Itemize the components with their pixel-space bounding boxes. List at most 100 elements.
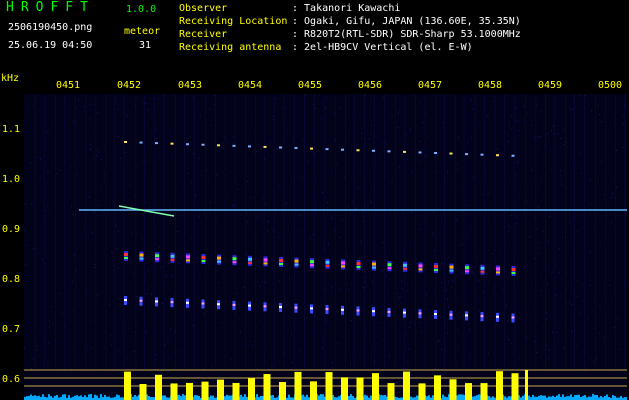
noise-speck: [537, 242, 539, 244]
info-antenna: Receiving antenna: 2el-HB9CV Vertical (e…: [179, 42, 473, 53]
level-bar: [434, 375, 441, 400]
noise-speck: [571, 330, 573, 332]
noise-speck: [518, 318, 520, 320]
noise-speck: [515, 107, 517, 109]
noise-speck: [612, 192, 613, 194]
noise-speck: [149, 207, 151, 208]
noise-bar: [432, 395, 434, 400]
echo-core: [325, 264, 330, 267]
noise-speck: [469, 328, 470, 330]
time-label: 0459: [538, 80, 563, 91]
noise-bar: [228, 395, 230, 400]
level-bar: [248, 378, 255, 400]
noise-speck: [602, 101, 604, 102]
level-bar: [511, 373, 519, 400]
noise-speck: [555, 263, 557, 265]
noise-speck: [538, 146, 540, 148]
noise-bar: [592, 394, 594, 400]
noise-speck: [59, 169, 61, 171]
noise-bar: [426, 396, 428, 400]
noise-speck: [186, 204, 188, 206]
noise-speck: [558, 248, 560, 250]
noise-speck: [320, 319, 322, 321]
noise-speck: [343, 121, 345, 123]
noise-speck: [334, 139, 336, 141]
noise-speck: [552, 332, 554, 333]
echo-mark: [511, 154, 515, 157]
echo-core: [449, 313, 453, 316]
noise-speck: [420, 229, 422, 231]
noise-speck: [307, 161, 309, 163]
noise-speck: [460, 244, 462, 246]
noise-speck: [530, 191, 532, 193]
noise-speck: [84, 225, 86, 227]
noise-speck: [467, 140, 468, 142]
noise-speck: [207, 282, 209, 284]
noise-speck: [418, 141, 420, 142]
noise-speck: [509, 180, 511, 182]
noise-speck: [371, 202, 373, 204]
noise-speck: [423, 298, 425, 300]
noise-speck: [101, 159, 102, 161]
noise-bar: [348, 395, 350, 400]
noise-speck: [32, 105, 34, 107]
noise-speck: [560, 169, 562, 171]
noise-speck: [32, 358, 34, 360]
noise-speck: [284, 260, 286, 262]
noise-speck: [268, 221, 270, 223]
noise-speck: [410, 321, 412, 323]
noise-speck: [120, 254, 122, 256]
noise-speck: [199, 276, 201, 278]
noise-speck: [246, 213, 248, 215]
echo-mark: [387, 150, 391, 153]
noise-speck: [440, 316, 442, 318]
noise-speck: [372, 345, 374, 347]
noise-speck: [309, 239, 311, 240]
noise-speck: [516, 222, 517, 224]
noise-speck: [31, 203, 33, 205]
noise-speck: [200, 174, 202, 176]
noise-speck: [593, 361, 595, 363]
echo-mark: [496, 154, 499, 157]
noise-speck: [530, 235, 532, 237]
noise-speck: [41, 258, 43, 260]
noise-speck: [346, 255, 348, 257]
noise-speck: [299, 350, 301, 351]
noise-speck: [581, 308, 583, 310]
noise-speck: [110, 335, 112, 337]
noise-bar: [184, 395, 186, 400]
noise-speck: [518, 358, 520, 360]
noise-speck: [487, 114, 489, 116]
noise-speck: [556, 101, 558, 103]
noise-speck: [190, 238, 192, 240]
noise-bar: [604, 396, 606, 400]
noise-speck: [382, 175, 384, 177]
noise-speck: [141, 237, 143, 239]
noise-speck: [256, 244, 258, 246]
noise-speck: [170, 220, 172, 221]
noise-bar: [444, 396, 446, 400]
noise-speck: [312, 234, 314, 236]
noise-speck: [408, 348, 410, 350]
noise-speck: [259, 285, 261, 287]
noise-speck: [602, 336, 604, 338]
noise-speck: [151, 112, 153, 114]
noise-speck: [27, 105, 29, 107]
level-bar: [124, 371, 131, 400]
noise-speck: [361, 269, 363, 270]
noise-speck: [206, 169, 208, 171]
noise-speck: [113, 270, 115, 272]
noise-speck: [508, 272, 510, 274]
level-bar: [480, 383, 488, 400]
noise-speck: [303, 179, 305, 181]
noise-speck: [420, 331, 422, 333]
noise-bar: [42, 394, 44, 400]
noise-speck: [28, 154, 30, 156]
noise-bar: [416, 395, 418, 400]
noise-speck: [104, 149, 106, 151]
noise-bar: [96, 395, 98, 400]
echo-core: [279, 263, 283, 265]
noise-speck: [391, 181, 393, 183]
noise-speck: [515, 174, 517, 176]
noise-speck: [70, 166, 72, 168]
